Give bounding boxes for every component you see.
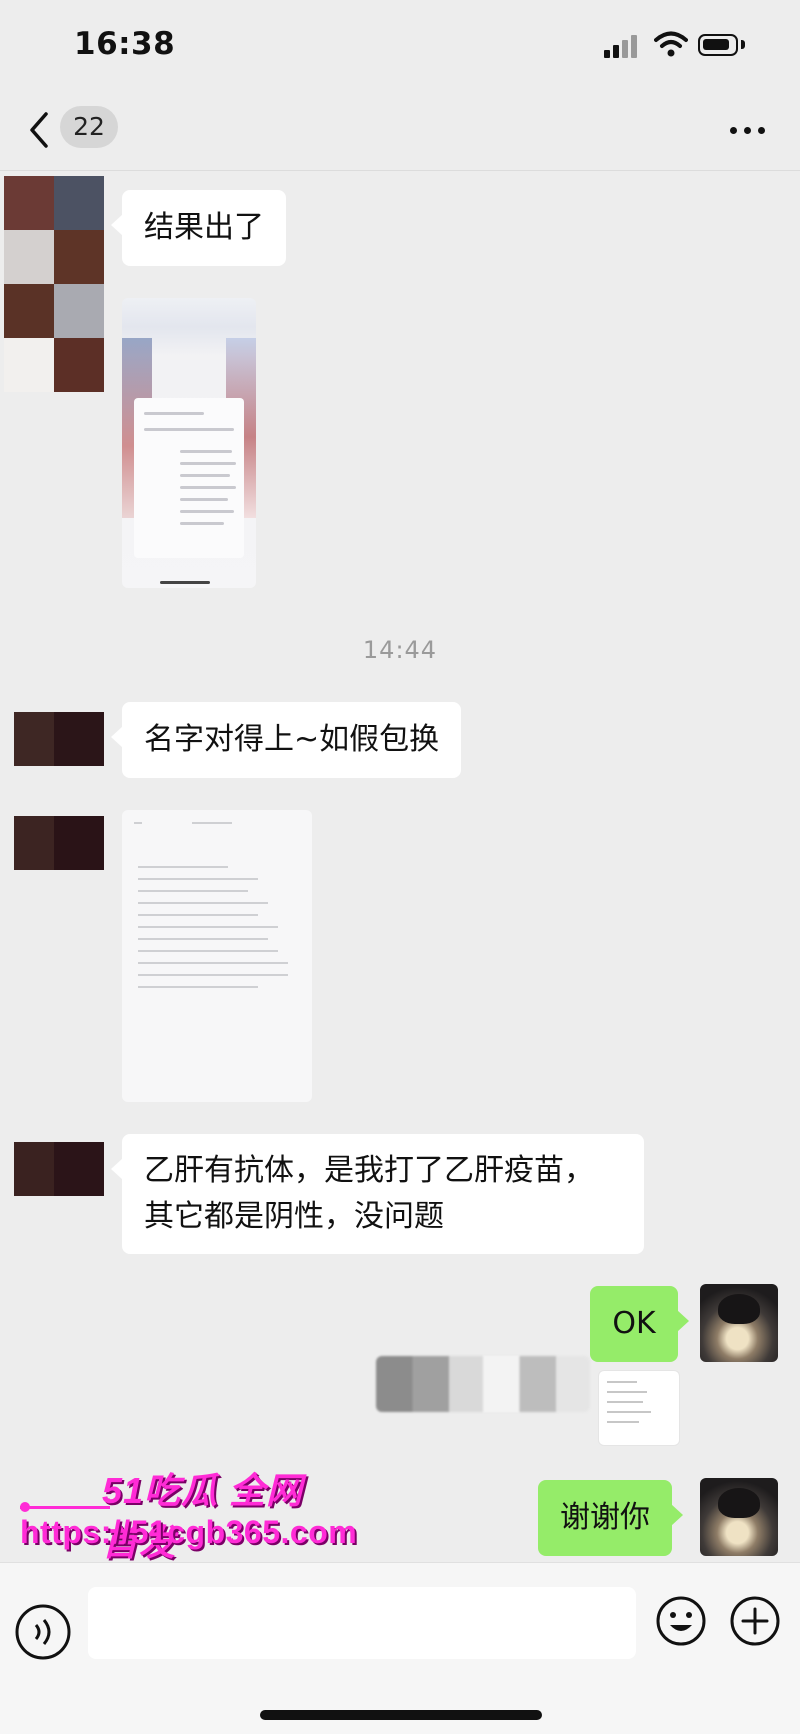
my-avatar[interactable] [700,1284,778,1362]
image-message[interactable] [376,1356,590,1412]
my-message-bubble[interactable]: 谢谢你 [538,1480,683,1556]
my-avatar[interactable] [700,1478,778,1556]
contact-avatar[interactable] [0,712,108,766]
message-input[interactable] [88,1587,636,1659]
image-message-thumbnail[interactable] [598,1370,680,1446]
contact-avatar[interactable] [0,816,108,870]
unread-count-badge[interactable]: 22 [60,106,118,148]
battery-icon [698,34,738,56]
input-bar [0,1562,800,1734]
chat-timestamp: 14:44 [362,636,438,664]
watermark: 51吃瓜 全网首发 https://51cgb365.com [20,1462,357,1564]
emoji-icon[interactable] [655,1595,707,1647]
image-message[interactable] [122,810,312,1102]
image-message[interactable] [122,298,256,588]
plus-icon[interactable] [729,1595,781,1647]
contact-avatar[interactable] [0,1142,108,1196]
wifi-icon [654,31,688,57]
status-bar: 16:38 [0,0,800,90]
contact-avatar[interactable] [0,176,108,394]
message-bubble[interactable]: 乙肝有抗体，是我打了乙肝疫苗，其它都是阴性，没问题 [111,1134,644,1254]
more-icon[interactable] [726,124,770,136]
watermark-line [20,1506,110,1509]
my-message-bubble[interactable]: OK [590,1286,689,1362]
back-icon[interactable] [26,110,54,150]
chat-header: 22 [0,90,800,171]
signal-icon [604,34,642,58]
voice-icon[interactable] [14,1603,72,1661]
message-bubble[interactable]: 名字对得上~如假包换 [110,702,462,778]
status-time: 16:38 [74,26,176,62]
message-bubble[interactable]: 结果出了 [111,190,286,266]
watermark-url: https://51cgb365.com [20,1514,358,1550]
home-indicator [260,1710,542,1720]
battery-tip [741,40,745,49]
